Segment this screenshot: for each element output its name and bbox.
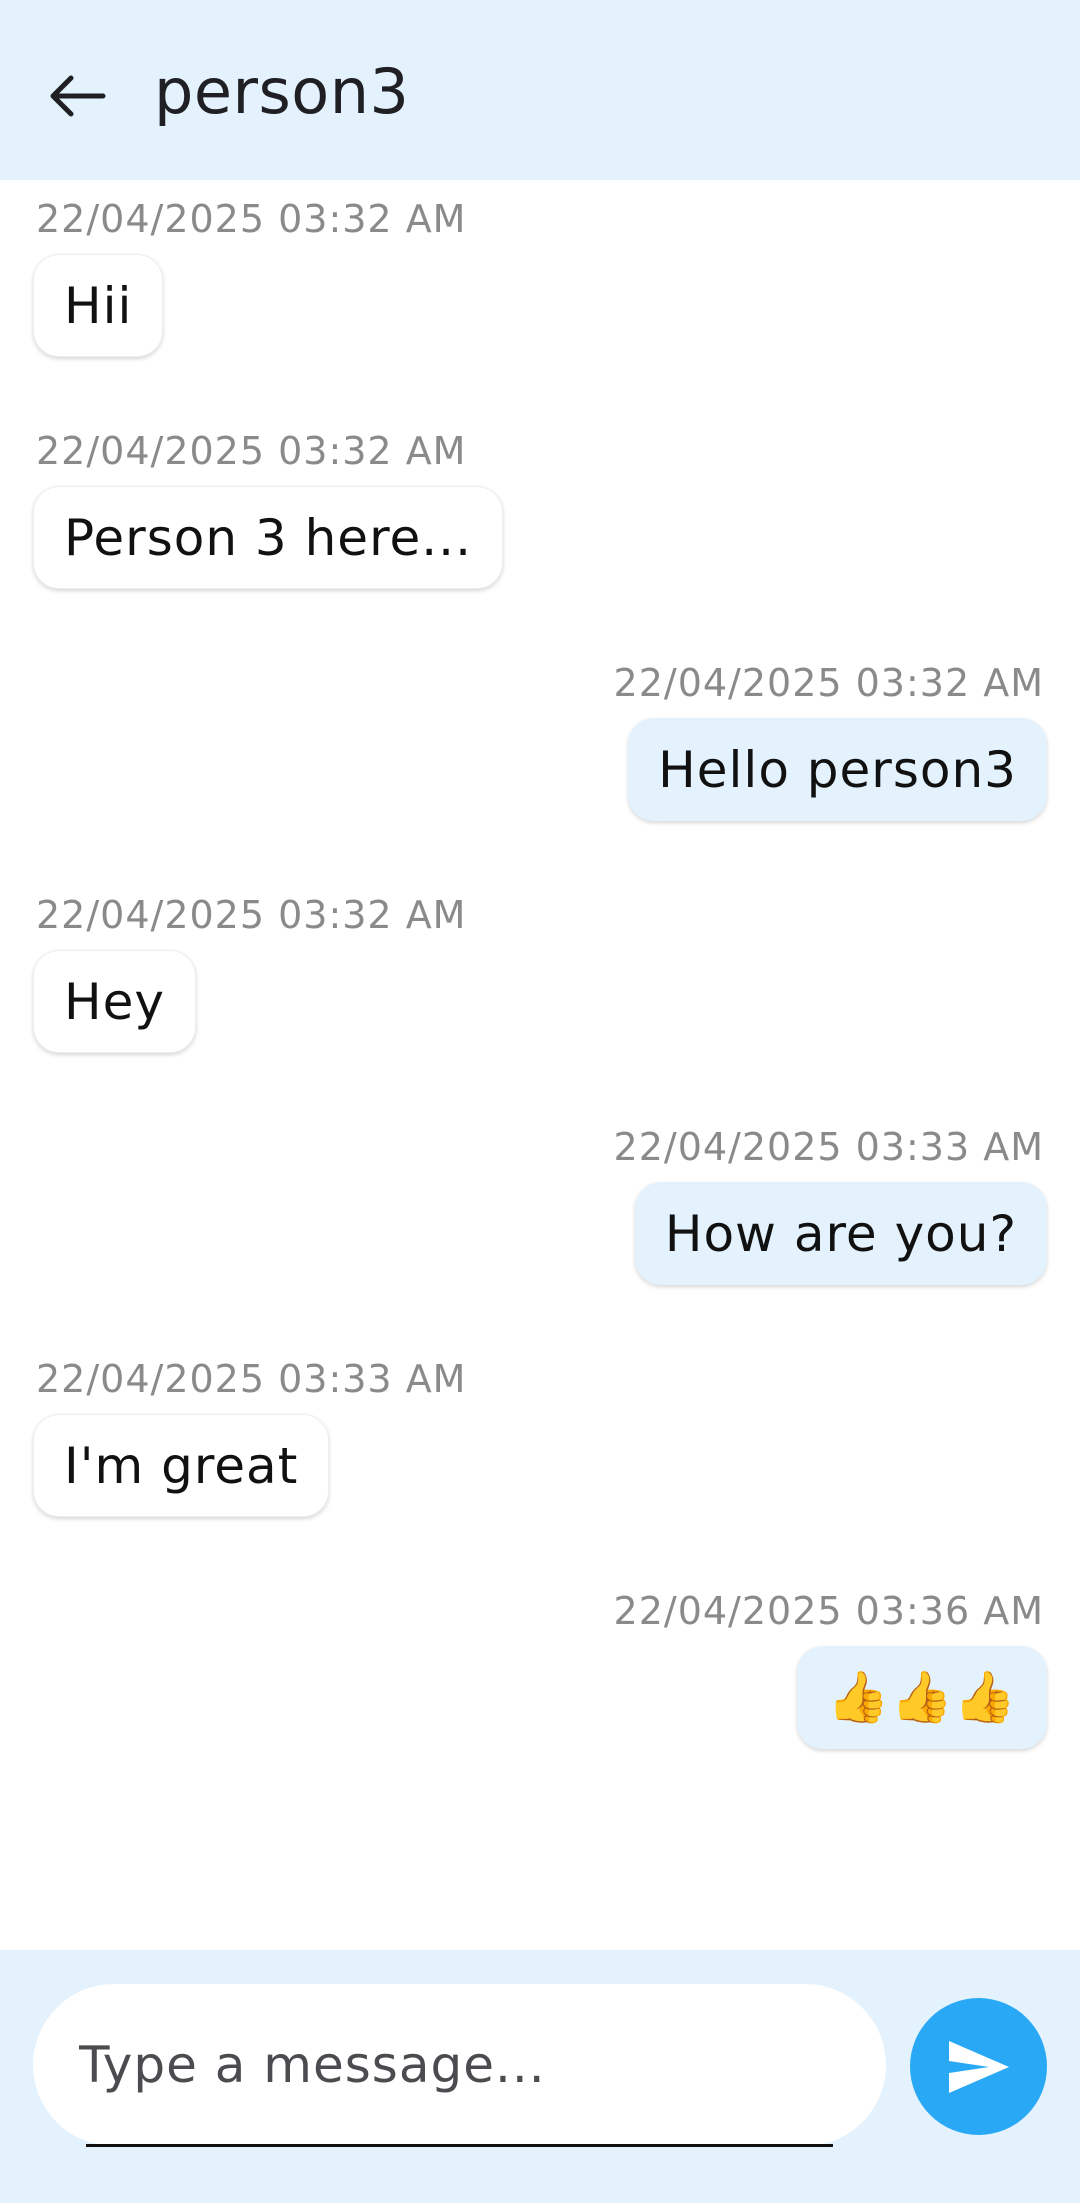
message-bubble[interactable]: Hello person3	[628, 718, 1047, 821]
message-timestamp: 22/04/2025 03:36 AM	[613, 1589, 1044, 1633]
message-bubble[interactable]: 👍👍👍	[797, 1646, 1047, 1749]
message-bubble[interactable]: Person 3 here...	[33, 486, 503, 589]
message-bubble[interactable]: How are you?	[634, 1182, 1047, 1285]
message-timestamp: 22/04/2025 03:32 AM	[613, 661, 1044, 705]
page-title: person3	[154, 55, 410, 128]
input-underline	[86, 2144, 833, 2147]
message-item: 22/04/2025 03:32 AM Hello person3	[611, 660, 1047, 821]
message-timestamp: 22/04/2025 03:32 AM	[36, 197, 467, 241]
send-button[interactable]	[910, 1998, 1047, 2135]
arrow-left-icon	[50, 75, 106, 117]
message-input[interactable]	[33, 1984, 886, 2146]
message-timestamp: 22/04/2025 03:33 AM	[613, 1125, 1044, 1169]
message-bubble[interactable]: Hey	[33, 950, 196, 1053]
message-timestamp: 22/04/2025 03:32 AM	[36, 429, 467, 473]
message-bubble[interactable]: I'm great	[33, 1414, 330, 1517]
message-timestamp: 22/04/2025 03:32 AM	[36, 893, 467, 937]
message-item: 22/04/2025 03:33 AM How are you?	[611, 1124, 1047, 1285]
message-list[interactable]: 22/04/2025 03:32 AM Hii 22/04/2025 03:32…	[0, 180, 1080, 1950]
send-icon	[948, 2040, 1009, 2093]
message-bubble[interactable]: Hii	[33, 254, 164, 357]
message-item: 22/04/2025 03:32 AM Hey	[33, 892, 469, 1053]
back-button[interactable]	[35, 54, 119, 138]
message-item: 22/04/2025 03:32 AM Person 3 here...	[33, 428, 503, 589]
message-item: 22/04/2025 03:36 AM 👍👍👍	[611, 1588, 1047, 1749]
message-item: 22/04/2025 03:32 AM Hii	[33, 196, 469, 357]
message-composer	[0, 1950, 1080, 2203]
message-item: 22/04/2025 03:33 AM I'm great	[33, 1356, 469, 1517]
message-timestamp: 22/04/2025 03:33 AM	[36, 1357, 467, 1401]
app-bar: person3	[0, 0, 1080, 180]
